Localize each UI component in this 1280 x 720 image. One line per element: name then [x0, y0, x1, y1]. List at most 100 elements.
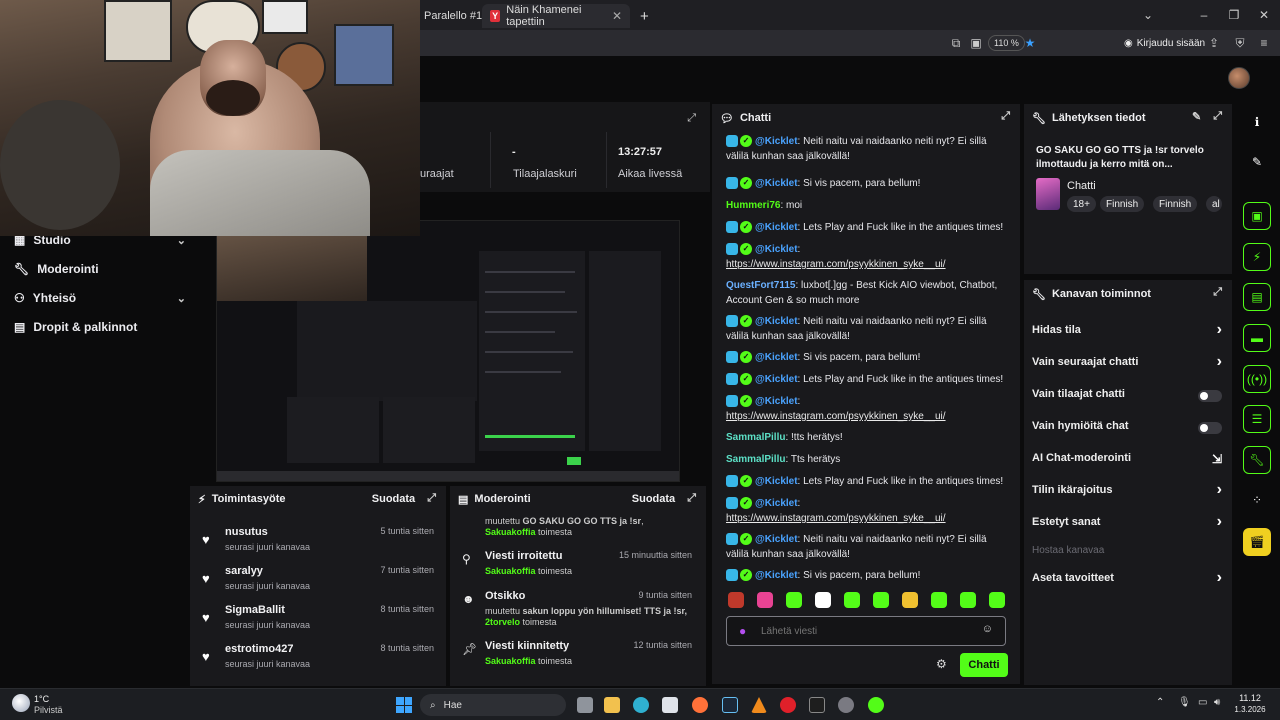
info-icon[interactable]: ℹ — [1243, 108, 1271, 136]
screenshot-icon[interactable]: ▣ — [968, 35, 984, 51]
chat-link[interactable]: https://www.instagram.com/psyykkinen_syk… — [726, 513, 946, 524]
taskbar-search[interactable]: ⌕ Hae — [420, 694, 566, 716]
moderator-name[interactable]: Sakuakoffia — [485, 656, 536, 666]
channel-action-item[interactable]: Estetyt sanat › — [1032, 513, 1222, 532]
nav-item-dropit[interactable]: ▤ Dropit & palkinnot — [14, 320, 174, 334]
opera-icon[interactable] — [780, 697, 796, 713]
zoom-indicator[interactable]: 110 % — [988, 35, 1025, 51]
edit-icon[interactable]: ✎ — [1192, 110, 1201, 123]
bookmark-star-icon[interactable]: ★ — [1022, 35, 1038, 51]
windows-start-icon[interactable] — [396, 697, 412, 713]
follower-name[interactable]: saralyy — [225, 565, 263, 577]
chat-username[interactable]: @Kicklet — [755, 396, 798, 407]
moderator-name[interactable]: Sakuakoffia — [485, 527, 536, 537]
follower-name[interactable]: estrotimo427 — [225, 643, 293, 655]
channel-action-item[interactable]: Vain seuraajat chatti › — [1032, 353, 1222, 372]
expand-icon[interactable]: ⤢ — [1001, 110, 1010, 123]
store-icon[interactable] — [662, 697, 678, 713]
stream-preview[interactable] — [216, 220, 680, 482]
channel-action-item[interactable]: Tilin ikärajoitus › — [1032, 481, 1222, 500]
nav-item-yhteiso[interactable]: ⚇ Yhteisö ⌄ — [14, 291, 186, 305]
pencil-icon[interactable]: ✎ — [1243, 148, 1271, 176]
follower-name[interactable]: nusutus — [225, 526, 268, 538]
microphone-icon[interactable]: 🎙︎ — [1178, 697, 1191, 708]
emote-icon[interactable] — [960, 592, 976, 608]
emote-icon[interactable] — [989, 592, 1005, 608]
vlc-icon[interactable] — [751, 697, 767, 713]
category-thumbnail[interactable] — [1036, 178, 1060, 210]
menu-icon[interactable]: ≡ — [1256, 35, 1272, 51]
chat-username[interactable]: @Kicklet — [755, 476, 798, 487]
clock-time[interactable]: 11.12 — [1234, 693, 1266, 703]
emote-icon[interactable] — [757, 592, 773, 608]
expand-icon[interactable]: ⤢ — [687, 112, 696, 125]
avatar[interactable] — [1228, 67, 1250, 89]
filter-button[interactable]: Suodata — [372, 493, 415, 505]
channel-action-item[interactable]: AI Chat-moderointi ⇲ — [1032, 452, 1222, 468]
chat-username[interactable]: SammalPillu — [726, 432, 785, 443]
close-tab-icon[interactable]: ✕ — [612, 9, 622, 23]
expand-icon[interactable]: ⤢ — [1213, 110, 1222, 123]
firefox-icon[interactable] — [692, 697, 708, 713]
emote-icon[interactable] — [873, 592, 889, 608]
chat-username[interactable]: SammalPillu — [726, 454, 785, 465]
camera-icon[interactable]: ▣ — [1243, 202, 1271, 230]
expand-icon[interactable]: ⤢ — [687, 492, 696, 505]
filter-button[interactable]: Suodata — [632, 493, 675, 505]
tray-chevron-icon[interactable]: ⌃ — [1156, 697, 1164, 708]
expand-icon[interactable]: ⤢ — [427, 492, 436, 505]
close-window-icon[interactable]: ✕ — [1256, 7, 1272, 23]
broadcast-icon[interactable]: ((•)) — [1243, 365, 1271, 393]
follower-name[interactable]: SigmaBallit — [225, 604, 285, 616]
terminal-icon[interactable] — [809, 697, 825, 713]
emoji-icon[interactable]: ☺ — [982, 623, 993, 635]
share-icon[interactable]: ⇪ — [1206, 35, 1222, 51]
moderator-name[interactable]: Sakuakoffia — [485, 566, 536, 576]
chat-username[interactable]: @Kicklet — [755, 178, 798, 189]
emote-icon[interactable] — [815, 592, 831, 608]
app-icon[interactable] — [838, 697, 854, 713]
channel-action-item[interactable]: Hidas tila › — [1032, 321, 1222, 340]
minimize-icon[interactable]: – — [1196, 7, 1212, 23]
file-explorer-icon[interactable] — [604, 697, 620, 713]
chat-username[interactable]: @Kicklet — [755, 316, 798, 327]
picture-in-picture-icon[interactable]: ⧉ — [948, 35, 964, 51]
chat-username[interactable]: @Kicklet — [755, 498, 798, 509]
volume-icon[interactable]: 🔊︎ — [1214, 697, 1220, 708]
server-icon[interactable]: ☰ — [1243, 405, 1271, 433]
task-view-icon[interactable] — [577, 697, 593, 713]
chat-username[interactable]: @Kicklet — [755, 244, 798, 255]
chat-link[interactable]: https://www.instagram.com/psyykkinen_syk… — [726, 411, 946, 422]
channel-action-item[interactable]: Vain tilaajat chatti — [1032, 388, 1222, 404]
emote-icon[interactable] — [902, 592, 918, 608]
edge-icon[interactable] — [633, 697, 649, 713]
send-chat-button[interactable]: Chatti — [960, 653, 1008, 677]
toggle-switch[interactable] — [1198, 422, 1222, 434]
clapper-icon[interactable]: 🎬︎ — [1243, 528, 1271, 556]
shield-icon[interactable]: ⛨ — [1232, 35, 1248, 51]
expand-icon[interactable]: ⤢ — [1213, 286, 1222, 299]
emote-icon[interactable] — [786, 592, 802, 608]
maximize-icon[interactable]: ❐ — [1226, 7, 1242, 23]
kick-icon[interactable] — [868, 697, 884, 713]
moderator-name[interactable]: 2torvelo — [485, 617, 520, 627]
chevron-down-icon[interactable]: ⌄ — [1140, 7, 1156, 23]
channel-action-item[interactable]: Vain hymiöitä chat — [1032, 420, 1222, 436]
chat-username[interactable]: @Kicklet — [755, 352, 798, 363]
category-name[interactable]: Chatti — [1067, 180, 1096, 192]
toggle-switch[interactable] — [1198, 390, 1222, 402]
emote-icon[interactable] — [844, 592, 860, 608]
login-button[interactable]: ◉ Kirjaudu sisään — [1124, 34, 1205, 52]
emote-icon[interactable] — [931, 592, 947, 608]
chat-username[interactable]: QuestFort7115 — [726, 280, 795, 291]
bolt-icon[interactable]: ⚡︎ — [1243, 243, 1271, 271]
gear-icon[interactable]: ⚙ — [936, 657, 947, 671]
steam-icon[interactable] — [722, 697, 738, 713]
new-tab-button[interactable]: + — [632, 4, 657, 28]
chat-username[interactable]: @Kicklet — [755, 222, 798, 233]
wrench-icon[interactable]: 🔧︎ — [1243, 446, 1271, 474]
chat-username[interactable]: @Kicklet — [755, 374, 798, 385]
channel-action-item[interactable]: Aseta tavoitteet › — [1032, 569, 1222, 588]
chat-input-box[interactable]: ● ☺ — [726, 616, 1006, 646]
apps-icon[interactable]: ⁘ — [1243, 486, 1271, 514]
